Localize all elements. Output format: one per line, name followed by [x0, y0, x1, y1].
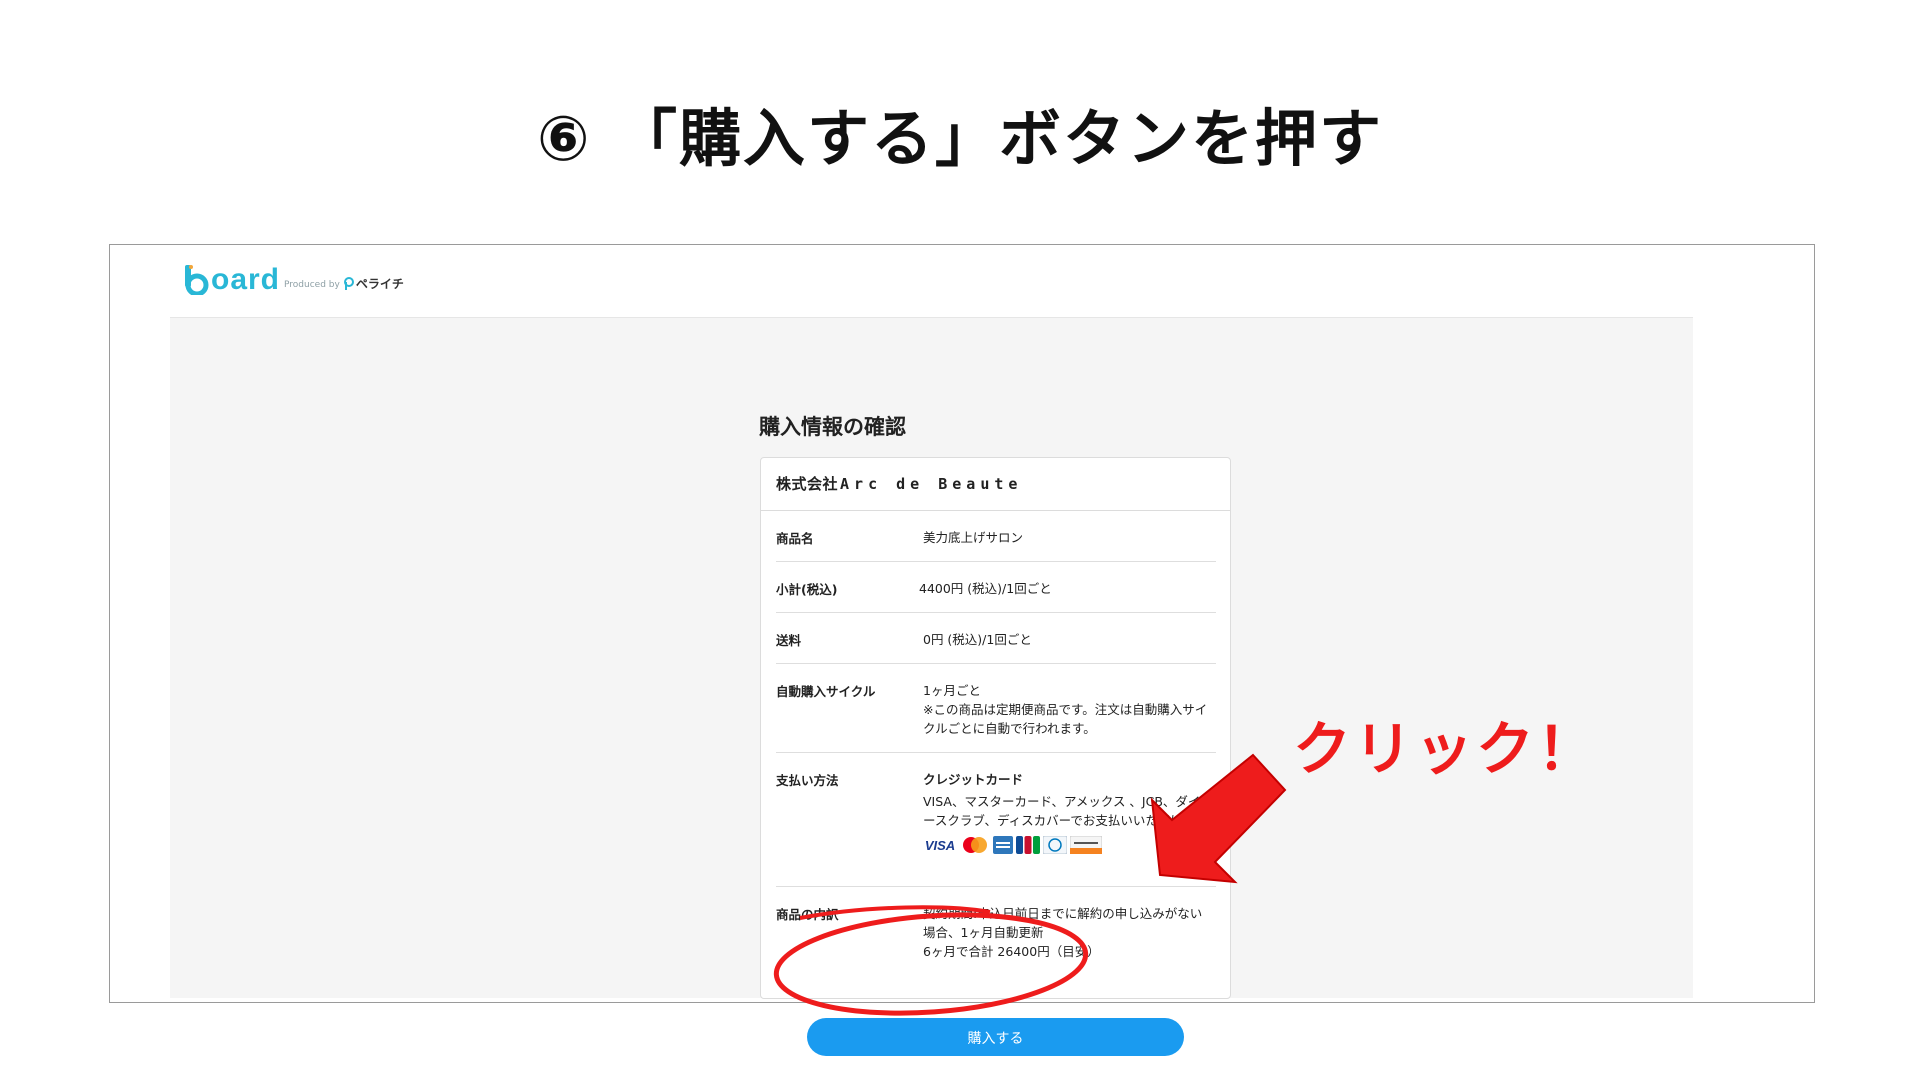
card-brand-logos: VISA: [923, 836, 1213, 854]
screenshot-frame: oard Produced by ペライチ 購入情報の確認 株式会社 Arc de…: [109, 244, 1815, 1056]
row-label: 商品名: [776, 531, 814, 546]
jcb-icon: [1016, 836, 1040, 854]
row-label: 商品の内訳: [776, 907, 839, 922]
buy-button[interactable]: 購入する: [807, 1018, 1184, 1056]
row-value: 0円 (税込)/1回ごと: [923, 632, 1032, 647]
row-payment-method: 支払い方法 クレジットカード VISA、マスターカード、アメックス 、JCB、ダ…: [776, 753, 1216, 887]
discover-icon: [1070, 836, 1102, 854]
purchase-summary-card: 株式会社 Arc de Beaute 商品名 美力底上げサロン 小計(税込) 44…: [760, 457, 1231, 999]
instruction-title: ⑥ 「購入する」ボタンを押す: [536, 102, 1384, 175]
site-header: oard Produced by ペライチ: [170, 245, 1693, 318]
payment-method-title: クレジットカード: [923, 772, 1024, 787]
shop-name-jp: 株式会社: [776, 475, 839, 493]
row-value: 美力底上げサロン: [923, 530, 1024, 545]
contract-terms: 契約期間:申込日前日までに解約の申し込みがない場合、1ヶ月自動更新: [923, 906, 1203, 940]
cycle-note: ※この商品は定期便商品です。注文は自動購入サイクルごとに自動で行われます。: [923, 702, 1208, 736]
peraichi-brand: ペライチ: [343, 275, 404, 292]
amex-icon: [993, 836, 1013, 854]
shop-name-en: Arc de Beaute: [840, 475, 1023, 493]
row-value: 契約期間:申込日前日までに解約の申し込みがない場合、1ヶ月自動更新 6ヶ月で合計…: [923, 904, 1213, 961]
cycle-value: 1ヶ月ごと: [923, 683, 981, 698]
row-product-details: 商品の内訳 契約期間:申込日前日までに解約の申し込みがない場合、1ヶ月自動更新 …: [776, 887, 1216, 987]
diners-club-icon: [1043, 836, 1067, 854]
mastercard-icon: [963, 837, 987, 853]
row-value: 1ヶ月ごと ※この商品は定期便商品です。注文は自動購入サイクルごとに自動で行われ…: [923, 681, 1213, 738]
row-shipping: 送料 0円 (税込)/1回ごと: [776, 613, 1216, 664]
board-b-icon: [185, 265, 209, 295]
row-label: 小計(税込): [776, 582, 838, 597]
click-callout: クリック！: [1293, 715, 1599, 783]
peraichi-icon: [343, 277, 354, 290]
row-value: クレジットカード VISA、マスターカード、アメックス 、JCB、ダイナースクラ…: [923, 770, 1213, 854]
row-label: 自動購入サイクル: [776, 684, 876, 699]
row-product-name: 商品名 美力底上げサロン: [776, 511, 1216, 562]
row-auto-purchase-cycle: 自動購入サイクル 1ヶ月ごと ※この商品は定期便商品です。注文は自動購入サイクル…: [776, 664, 1216, 753]
page-title: 購入情報の確認: [759, 415, 906, 439]
shop-name: 株式会社 Arc de Beaute: [761, 458, 1230, 511]
total-estimate: 6ヶ月で合計 26400円（目安）: [923, 944, 1100, 959]
board-logo[interactable]: oard Produced by ペライチ: [183, 265, 404, 295]
row-label: 支払い方法: [776, 773, 839, 788]
peraichi-text: ペライチ: [355, 277, 404, 291]
logo-text: oard: [211, 263, 281, 296]
row-value: 4400円 (税込)/1回ごと: [919, 581, 1052, 596]
produced-by-text: Produced by: [284, 280, 340, 290]
visa-icon: VISA: [924, 837, 956, 853]
page-content: 購入情報の確認 株式会社 Arc de Beaute 商品名 美力底上げサロン 小…: [170, 318, 1693, 1056]
row-label: 送料: [776, 633, 802, 648]
row-subtotal: 小計(税込) 4400円 (税込)/1回ごと: [776, 562, 1216, 613]
payment-method-note: VISA、マスターカード、アメックス 、JCB、ダイナースクラブ、ディスカバーで…: [923, 794, 1213, 828]
